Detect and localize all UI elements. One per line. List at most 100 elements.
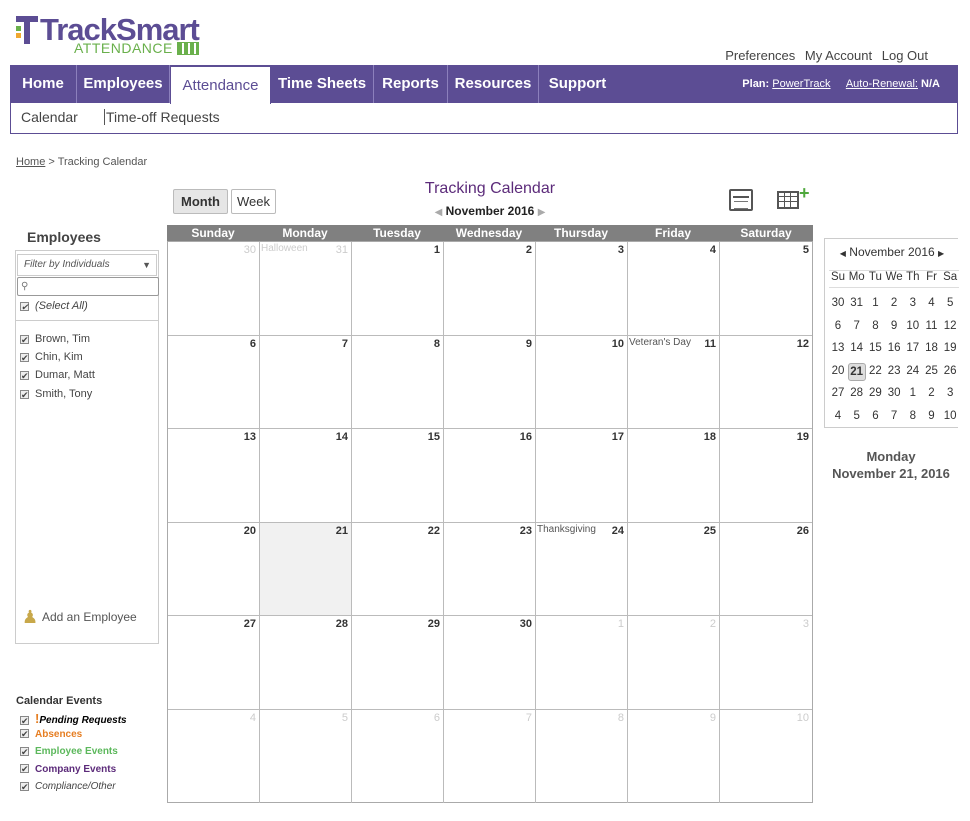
calendar-day-cell[interactable]: 13 bbox=[168, 429, 260, 523]
calendar-day-cell[interactable]: 2 bbox=[628, 616, 720, 710]
calendar-day-cell[interactable]: 21 bbox=[260, 522, 352, 616]
mini-calendar-day[interactable]: 16 bbox=[885, 342, 903, 354]
select-all-checkbox[interactable]: ✔ (Select All) bbox=[20, 300, 88, 312]
mini-calendar-day[interactable]: 6 bbox=[866, 410, 884, 422]
my-account-link[interactable]: My Account bbox=[805, 48, 872, 63]
mini-calendar-day[interactable]: 15 bbox=[866, 342, 884, 354]
employee-checkbox[interactable]: ✔ Brown, Tim bbox=[20, 333, 90, 345]
calendar-day-cell[interactable]: 9 bbox=[628, 709, 720, 803]
mini-calendar-day[interactable]: 26 bbox=[941, 365, 959, 377]
mini-calendar-day[interactable]: 2 bbox=[923, 387, 941, 399]
preferences-link[interactable]: Preferences bbox=[725, 48, 795, 63]
mini-calendar-day[interactable]: 24 bbox=[904, 365, 922, 377]
mini-calendar-day[interactable]: 9 bbox=[923, 410, 941, 422]
calendar-day-cell[interactable]: 28 bbox=[260, 616, 352, 710]
event-filter-checkbox[interactable]: ✔ Compliance/Other bbox=[20, 781, 116, 792]
log-out-link[interactable]: Log Out bbox=[882, 48, 928, 63]
mini-calendar-day[interactable]: 28 bbox=[848, 387, 866, 399]
mini-calendar-day[interactable]: 13 bbox=[829, 342, 847, 354]
calendar-day-cell[interactable]: 19 bbox=[720, 429, 812, 523]
calendar-day-cell[interactable]: 7 bbox=[444, 709, 536, 803]
mini-calendar-day[interactable]: 4 bbox=[923, 297, 941, 309]
mini-calendar-day[interactable]: 12 bbox=[941, 320, 959, 332]
mini-calendar-day[interactable]: 3 bbox=[904, 297, 922, 309]
nav-time-sheets[interactable]: Time Sheets bbox=[271, 65, 374, 103]
calendar-day-cell[interactable]: 6 bbox=[168, 335, 260, 429]
calendar-day-cell[interactable]: 23 bbox=[444, 522, 536, 616]
mini-calendar-day[interactable]: 25 bbox=[923, 365, 941, 377]
calendar-day-cell[interactable]: 9 bbox=[444, 335, 536, 429]
calendar-day-cell[interactable]: 25 bbox=[628, 522, 720, 616]
add-grid-icon[interactable]: + bbox=[777, 183, 810, 209]
employee-checkbox[interactable]: ✔ Smith, Tony bbox=[20, 388, 92, 400]
plan-value-link[interactable]: PowerTrack bbox=[772, 78, 830, 90]
calendar-day-cell[interactable]: 6 bbox=[352, 709, 444, 803]
calendar-day-cell[interactable]: 26 bbox=[720, 523, 812, 616]
calendar-icon[interactable] bbox=[729, 189, 753, 211]
mini-calendar-day[interactable]: 30 bbox=[829, 297, 847, 309]
calendar-day-cell[interactable]: 1 bbox=[536, 616, 628, 710]
mini-calendar-day[interactable]: 2 bbox=[885, 297, 903, 309]
mini-calendar-day[interactable]: 20 bbox=[829, 365, 847, 377]
next-month-icon[interactable]: ▶ bbox=[538, 207, 546, 218]
calendar-day-cell[interactable]: 11 Veteran's Day bbox=[628, 335, 720, 429]
calendar-day-cell[interactable]: 29 bbox=[352, 616, 444, 710]
mini-calendar-day[interactable]: 29 bbox=[866, 387, 884, 399]
filter-dropdown[interactable]: Filter by Individuals ▼ bbox=[17, 254, 157, 276]
mini-calendar-day[interactable]: 21 bbox=[847, 362, 866, 381]
calendar-day-cell[interactable]: 8 bbox=[352, 335, 444, 429]
mini-calendar-day[interactable]: 22 bbox=[866, 365, 884, 377]
subnav-time-off-requests[interactable]: Time-off Requests bbox=[106, 109, 220, 125]
mini-next-month-icon[interactable]: ▶ bbox=[938, 249, 944, 258]
breadcrumb-home-link[interactable]: Home bbox=[16, 156, 45, 168]
mini-calendar-day[interactable]: 1 bbox=[904, 387, 922, 399]
nav-support[interactable]: Support bbox=[539, 65, 616, 103]
calendar-day-cell[interactable]: 10 bbox=[536, 335, 628, 429]
calendar-day-cell[interactable]: 12 bbox=[720, 336, 812, 429]
mini-calendar-day[interactable]: 3 bbox=[941, 387, 959, 399]
prev-month-icon[interactable]: ◀ bbox=[435, 207, 443, 218]
calendar-day-cell[interactable]: 16 bbox=[444, 429, 536, 523]
mini-calendar-day[interactable]: 10 bbox=[904, 320, 922, 332]
mini-calendar-day[interactable]: 27 bbox=[829, 387, 847, 399]
calendar-day-cell[interactable]: 10 bbox=[720, 710, 812, 804]
mini-calendar-day[interactable]: 4 bbox=[829, 410, 847, 422]
mini-calendar-day[interactable]: 9 bbox=[885, 320, 903, 332]
calendar-day-cell[interactable]: 8 bbox=[536, 709, 628, 803]
week-view-button[interactable]: Week bbox=[231, 189, 276, 214]
calendar-day-cell[interactable]: 4 bbox=[168, 709, 260, 803]
calendar-day-cell[interactable]: 31 Halloween bbox=[260, 242, 352, 336]
mini-calendar-day[interactable]: 23 bbox=[885, 365, 903, 377]
calendar-day-cell[interactable]: 3 bbox=[536, 242, 628, 336]
employee-checkbox[interactable]: ✔ Chin, Kim bbox=[20, 351, 83, 363]
mini-calendar-day[interactable]: 8 bbox=[866, 320, 884, 332]
event-filter-checkbox[interactable]: ✔ Company Events bbox=[20, 764, 116, 775]
mini-calendar-day[interactable]: 19 bbox=[941, 342, 959, 354]
calendar-day-cell[interactable]: 1 bbox=[352, 242, 444, 336]
mini-calendar-day[interactable]: 30 bbox=[885, 387, 903, 399]
nav-home[interactable]: Home bbox=[10, 65, 77, 103]
employee-checkbox[interactable]: ✔ Dumar, Matt bbox=[20, 369, 95, 381]
calendar-day-cell[interactable]: 30 bbox=[444, 616, 536, 710]
mini-calendar-day[interactable]: 31 bbox=[848, 297, 866, 309]
auto-renewal-label[interactable]: Auto-Renewal: bbox=[846, 78, 918, 90]
event-filter-checkbox[interactable]: ✔ Employee Events bbox=[20, 746, 118, 757]
tracksmart-logo[interactable]: TrackSmart ATTENDANCE bbox=[14, 10, 214, 60]
nav-attendance[interactable]: Attendance bbox=[170, 66, 271, 104]
nav-reports[interactable]: Reports bbox=[374, 65, 448, 103]
calendar-day-cell[interactable]: 3 bbox=[720, 616, 812, 710]
subnav-calendar[interactable]: Calendar bbox=[21, 109, 78, 125]
event-filter-checkbox[interactable]: ✔ !Pending Requests bbox=[20, 711, 127, 726]
mini-calendar-day[interactable]: 7 bbox=[848, 320, 866, 332]
mini-calendar-day[interactable]: 6 bbox=[829, 320, 847, 332]
calendar-day-cell[interactable]: 5 bbox=[720, 242, 812, 336]
calendar-day-cell[interactable]: 14 bbox=[260, 429, 352, 523]
add-employee-button[interactable]: ♟ Add an Employee bbox=[22, 608, 137, 628]
event-filter-checkbox[interactable]: ✔ Absences bbox=[20, 729, 82, 740]
calendar-day-cell[interactable]: 22 bbox=[352, 522, 444, 616]
nav-employees[interactable]: Employees bbox=[77, 65, 170, 103]
calendar-day-cell[interactable]: 27 bbox=[168, 616, 260, 710]
mini-calendar-day[interactable]: 14 bbox=[848, 342, 866, 354]
nav-resources[interactable]: Resources bbox=[448, 65, 539, 103]
mini-calendar-day[interactable]: 11 bbox=[923, 320, 941, 332]
